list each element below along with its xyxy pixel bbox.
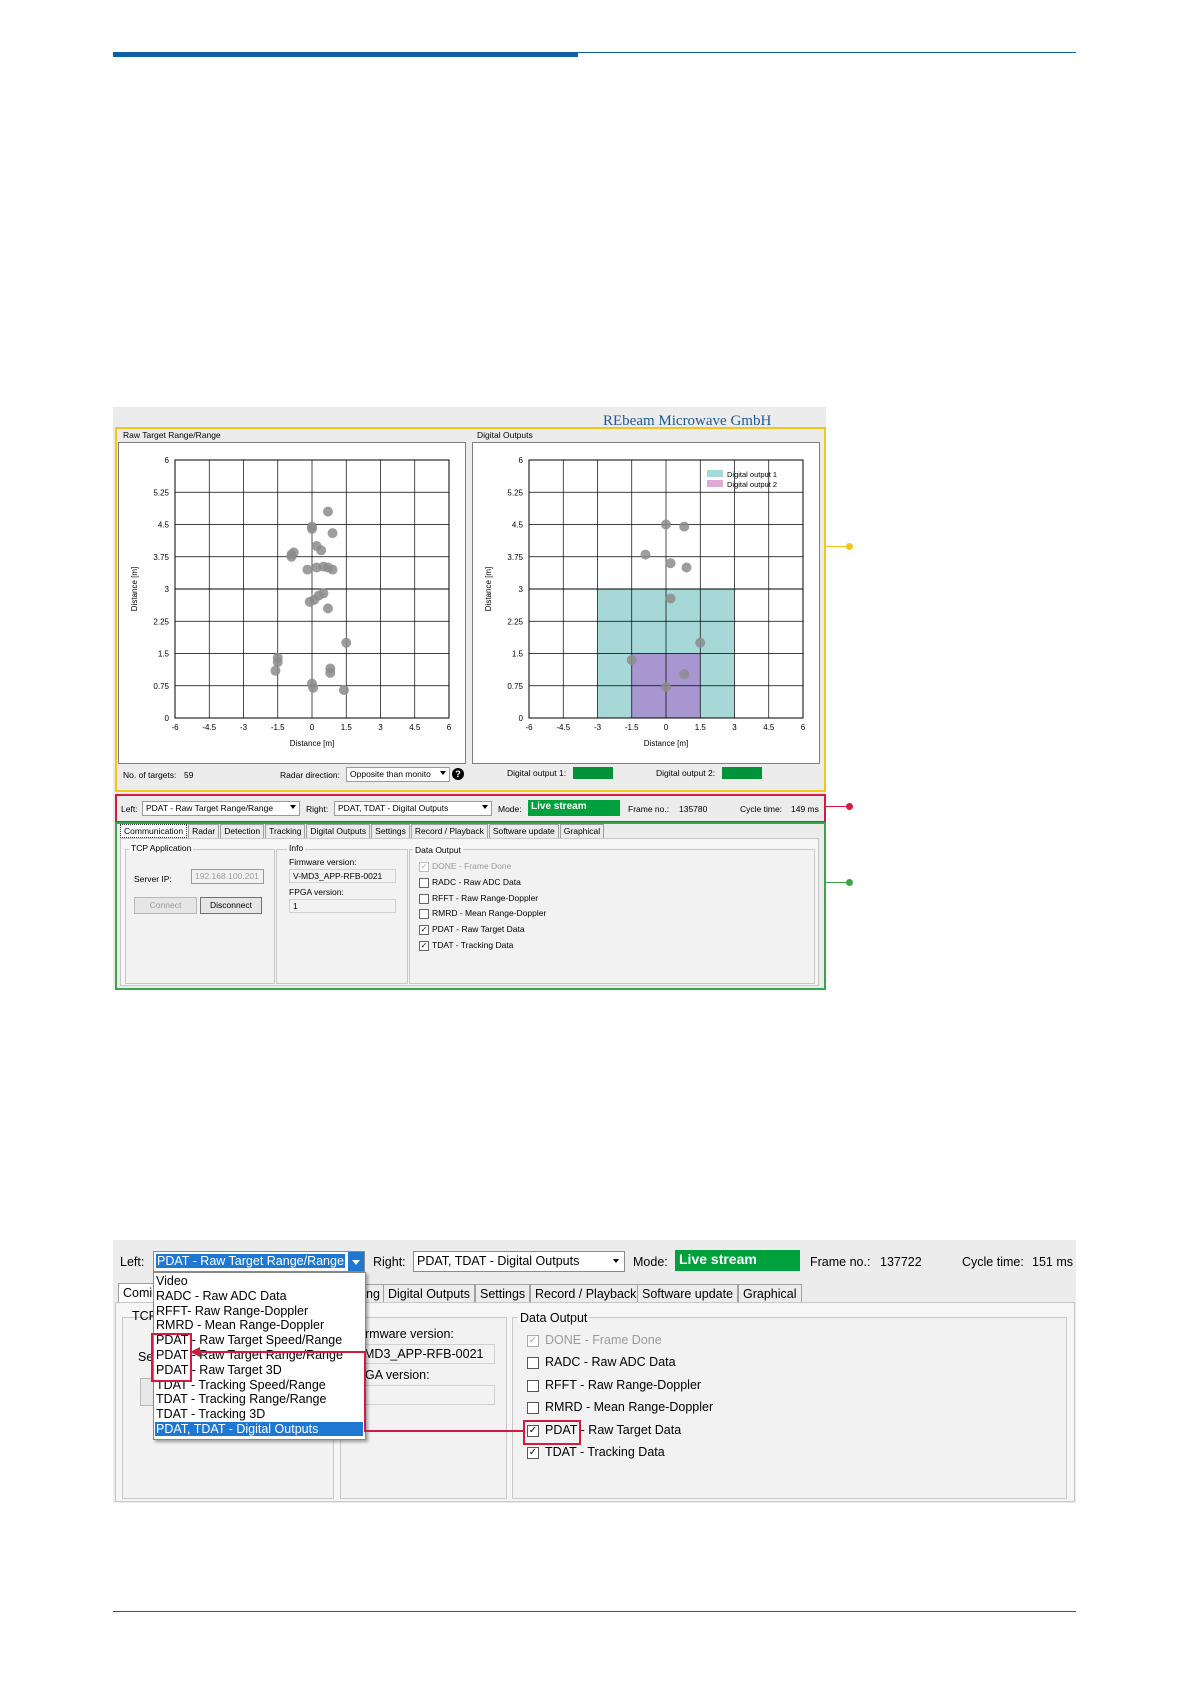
right-view-label-zoom: Right: (373, 1255, 406, 1269)
data-output-label-zoom: TDAT - Tracking Data (545, 1445, 665, 1459)
dropdown-option[interactable]: TDAT - Tracking Range/Range (156, 1392, 326, 1406)
data-output-checkbox-zoom[interactable] (527, 1402, 539, 1415)
chevron-down-icon (352, 1260, 360, 1265)
data-output-title-zoom: Data Output (518, 1311, 590, 1325)
mode-label-zoom: Mode: (633, 1255, 668, 1269)
fpga-version-value-zoom (360, 1385, 495, 1405)
dropdown-option[interactable]: RFFT- Raw Range-Doppler (156, 1304, 308, 1318)
annotation-line-v (364, 1351, 366, 1432)
data-output-checkbox-zoom[interactable] (527, 1379, 539, 1392)
tabs-callout-dot (846, 879, 853, 886)
fpga-version-label-zoom: GA version: (365, 1368, 430, 1382)
tab-record-playback-zoom[interactable]: Record / Playback (530, 1284, 642, 1303)
dropdown-button[interactable] (348, 1252, 364, 1271)
pdat-menu-highlight (151, 1333, 192, 1382)
frame-number-value-zoom: 137722 (880, 1255, 922, 1269)
cycle-time-label-zoom: Cycle time: (962, 1255, 1024, 1269)
data-output-checkbox-zoom[interactable] (527, 1357, 539, 1370)
mode-status-badge-zoom: Live stream (675, 1250, 800, 1271)
data-output-label-zoom: DONE - Frame Done (545, 1333, 662, 1347)
tab-graphical-zoom[interactable]: Graphical (738, 1284, 802, 1303)
header-rule-thick (113, 52, 578, 57)
left-view-value-zoom: PDAT - Raw Target Range/Range (156, 1254, 345, 1268)
header-rule-thin (578, 52, 1076, 53)
dropdown-option[interactable]: RADC - Raw ADC Data (156, 1289, 287, 1303)
annotation-arrow-icon (190, 1347, 200, 1357)
footer-rule (113, 1611, 1076, 1612)
toolbar-callout-box (115, 794, 826, 823)
tab-software-update-zoom[interactable]: Software update (637, 1284, 739, 1303)
firmware-version-value-zoom: MD3_APP-RFB-0021 (360, 1344, 495, 1364)
charts-callout-dot (846, 543, 853, 550)
left-view-label-zoom: Left: (120, 1255, 145, 1269)
frame-number-label-zoom: Frame no.: (810, 1255, 871, 1269)
dropdown-option[interactable]: PDAT, TDAT - Digital Outputs (155, 1422, 363, 1436)
right-view-select-zoom[interactable]: PDAT, TDAT - Digital Outputs (413, 1251, 625, 1272)
pdat-checkbox-highlight (523, 1420, 581, 1445)
dropdown-option[interactable]: TDAT - Tracking 3D (156, 1407, 265, 1421)
toolbar-callout-dot (846, 803, 853, 810)
tab-digital-outputs-zoom[interactable]: Digital Outputs (383, 1284, 475, 1303)
data-output-label-zoom: RMRD - Mean Range-Doppler (545, 1400, 714, 1415)
charts-callout-box (115, 427, 826, 792)
dropdown-option[interactable]: Video (156, 1274, 188, 1288)
firmware-version-label-zoom: rmware version: (365, 1327, 454, 1341)
data-output-checkbox-zoom[interactable]: ✓ (527, 1335, 539, 1347)
annotation-line-top (200, 1351, 365, 1353)
tab-settings-zoom[interactable]: Settings (475, 1284, 531, 1303)
right-view-value-zoom: PDAT, TDAT - Digital Outputs (417, 1254, 580, 1268)
data-output-label-zoom: RADC - Raw ADC Data (545, 1355, 676, 1370)
cycle-time-value-zoom: 151 ms (1032, 1255, 1073, 1269)
left-view-select-zoom[interactable]: PDAT - Raw Target Range/Range (153, 1251, 365, 1272)
data-output-label-zoom: RFFT - Raw Range-Doppler (545, 1377, 702, 1392)
chevron-down-icon (613, 1259, 619, 1263)
dropdown-option[interactable]: RMRD - Mean Range-Doppler (156, 1318, 324, 1332)
tabs-callout-box (115, 822, 826, 990)
tab-communication-zoom[interactable]: Comi (118, 1283, 158, 1302)
annotation-line-h (365, 1430, 523, 1432)
data-output-checkbox-zoom[interactable]: ✓ (527, 1447, 539, 1459)
